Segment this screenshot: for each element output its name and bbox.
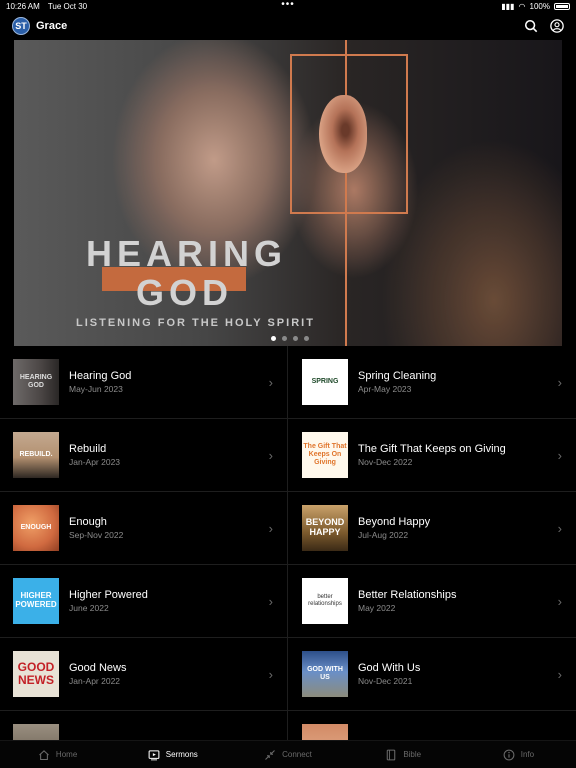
ear-image (319, 95, 367, 173)
sermon-title: Spring Cleaning (358, 370, 437, 382)
sermon-thumbnail (302, 724, 348, 740)
hero-banner[interactable]: HEARING GOD LISTENING FOR THE HOLY SPIRI… (14, 40, 562, 346)
page-dot[interactable] (293, 336, 298, 341)
sermon-thumbnail: ENOUGH (13, 505, 59, 551)
sermon-thumbnail (13, 724, 59, 740)
sermon-item-better-relationships[interactable]: better relationships Better Relationship… (288, 565, 576, 638)
tab-connect[interactable]: Connect (230, 741, 345, 768)
search-icon[interactable] (524, 19, 538, 33)
chevron-right-icon: › (557, 593, 562, 609)
sermon-date: Sep-Nov 2022 (69, 530, 124, 540)
home-icon (39, 749, 49, 760)
tab-label: Info (520, 750, 535, 759)
sermon-thumbnail: SPRING (302, 359, 348, 405)
sermon-title: Better Relationships (358, 589, 457, 601)
sermon-thumbnail: HIGHER POWERED (13, 578, 59, 624)
chevron-right-icon: › (557, 374, 562, 390)
chevron-right-icon: › (268, 447, 273, 463)
sermon-item-partial[interactable] (0, 711, 288, 740)
book-icon (387, 749, 396, 760)
multitask-dots[interactable]: ••• (281, 0, 295, 10)
sermon-title: God With Us (358, 662, 421, 674)
hero-image (14, 40, 562, 346)
status-date: Tue Oct 30 (47, 1, 88, 11)
sermon-date: Nov-Dec 2022 (358, 457, 413, 467)
status-bar: 10:26 AM Tue Oct 30 ••• ▮▮▮ ◠ 100% (0, 0, 576, 12)
sermon-thumbnail: better relationships (302, 578, 348, 624)
sermon-thumbnail: GOD WITH US (302, 651, 348, 697)
tab-label: Home (55, 750, 78, 759)
sermon-thumbnail: HEARING GOD (13, 359, 59, 405)
tab-bible[interactable]: Bible (346, 741, 461, 768)
sermon-item-beyond-happy[interactable]: BEYOND HAPPY Beyond Happy Jul-Aug 2022 › (288, 492, 576, 565)
chevron-right-icon: › (268, 666, 273, 682)
sermon-date: May 2022 (358, 603, 396, 613)
account-icon[interactable] (550, 19, 564, 33)
sermon-date: Nov-Dec 2021 (358, 676, 413, 686)
battery-percent: 100% (529, 1, 550, 11)
sermon-item-enough[interactable]: ENOUGH Enough Sep-Nov 2022 › (0, 492, 288, 565)
sermon-thumbnail: The Gift That Keeps On Giving (302, 432, 348, 478)
tab-label: Bible (403, 750, 422, 759)
sermon-item-spring-cleaning[interactable]: SPRING Spring Cleaning Apr-May 2023 › (288, 346, 576, 419)
chevron-right-icon: › (557, 447, 562, 463)
page-dot[interactable] (271, 336, 276, 341)
hero-subtitle: LISTENING FOR THE HOLY SPIRIT (76, 317, 315, 329)
sermon-title: The Gift That Keeps on Giving (358, 443, 506, 455)
page-dot[interactable] (304, 336, 309, 341)
tab-sermons[interactable]: Sermons (115, 741, 230, 768)
chevron-right-icon: › (557, 520, 562, 536)
sermon-title: Good News (69, 662, 127, 674)
tab-label: Sermons (165, 750, 198, 759)
sermon-thumbnail: BEYOND HAPPY (302, 505, 348, 551)
wifi-icon: ◠ (518, 1, 526, 11)
info-icon (503, 749, 515, 760)
sermon-thumbnail: REBUILD. (13, 432, 59, 478)
sermon-date: Jan-Apr 2023 (69, 457, 121, 467)
sermon-thumbnail: GOOD NEWS (13, 651, 59, 697)
sermon-date: May-Jun 2023 (69, 384, 123, 394)
sermon-date: Jan-Apr 2022 (69, 676, 121, 686)
status-time: 10:26 AM (6, 1, 40, 11)
sermon-item-the-gift[interactable]: The Gift That Keeps On Giving The Gift T… (288, 419, 576, 492)
battery-icon (554, 2, 570, 10)
chevron-right-icon: › (557, 666, 562, 682)
page-dot[interactable] (282, 336, 287, 341)
sermon-title: Enough (69, 516, 107, 528)
sermon-date: Apr-May 2023 (358, 384, 412, 394)
chevron-right-icon: › (268, 593, 273, 609)
sermon-title: Higher Powered (69, 589, 148, 601)
sermon-list[interactable]: HEARING GOD Hearing God May-Jun 2023 › SP… (0, 346, 576, 740)
sermon-item-good-news[interactable]: GOOD NEWS Good News Jan-Apr 2022 › (0, 638, 288, 711)
sermon-date: Jul-Aug 2022 (358, 530, 409, 540)
sermon-title: Rebuild (69, 443, 107, 455)
sermon-date: June 2022 (69, 603, 109, 613)
chevron-right-icon: › (268, 520, 273, 536)
tab-label: Connect (282, 750, 312, 759)
signal-icon: ▮▮▮ (501, 1, 515, 11)
page-indicator[interactable] (271, 336, 309, 341)
app-title: Grace (36, 20, 68, 32)
sermon-item-rebuild[interactable]: REBUILD. Rebuild Jan-Apr 2023 › (0, 419, 288, 492)
play-screen-icon (148, 749, 160, 760)
hero-title-line2: GOD (136, 272, 234, 313)
chevron-right-icon: › (268, 374, 273, 390)
sermon-item-higher-powered[interactable]: HIGHER POWERED Higher Powered June 2022 › (0, 565, 288, 638)
arrows-connect-icon (265, 749, 275, 760)
tab-info[interactable]: Info (461, 741, 576, 768)
tab-home[interactable]: Home (0, 741, 115, 768)
church-logo[interactable]: ST (12, 17, 30, 35)
sermon-title: Beyond Happy (358, 516, 431, 528)
sermon-title: Hearing God (69, 370, 132, 382)
sermon-item-god-with-us[interactable]: GOD WITH US God With Us Nov-Dec 2021 › (288, 638, 576, 711)
sermon-item-hearing-god[interactable]: HEARING GOD Hearing God May-Jun 2023 › (0, 346, 288, 419)
app-header: ST Grace (0, 12, 576, 40)
sermon-item-partial[interactable] (288, 711, 576, 740)
tab-bar: Home Sermons Connect Bible Info (0, 740, 576, 768)
